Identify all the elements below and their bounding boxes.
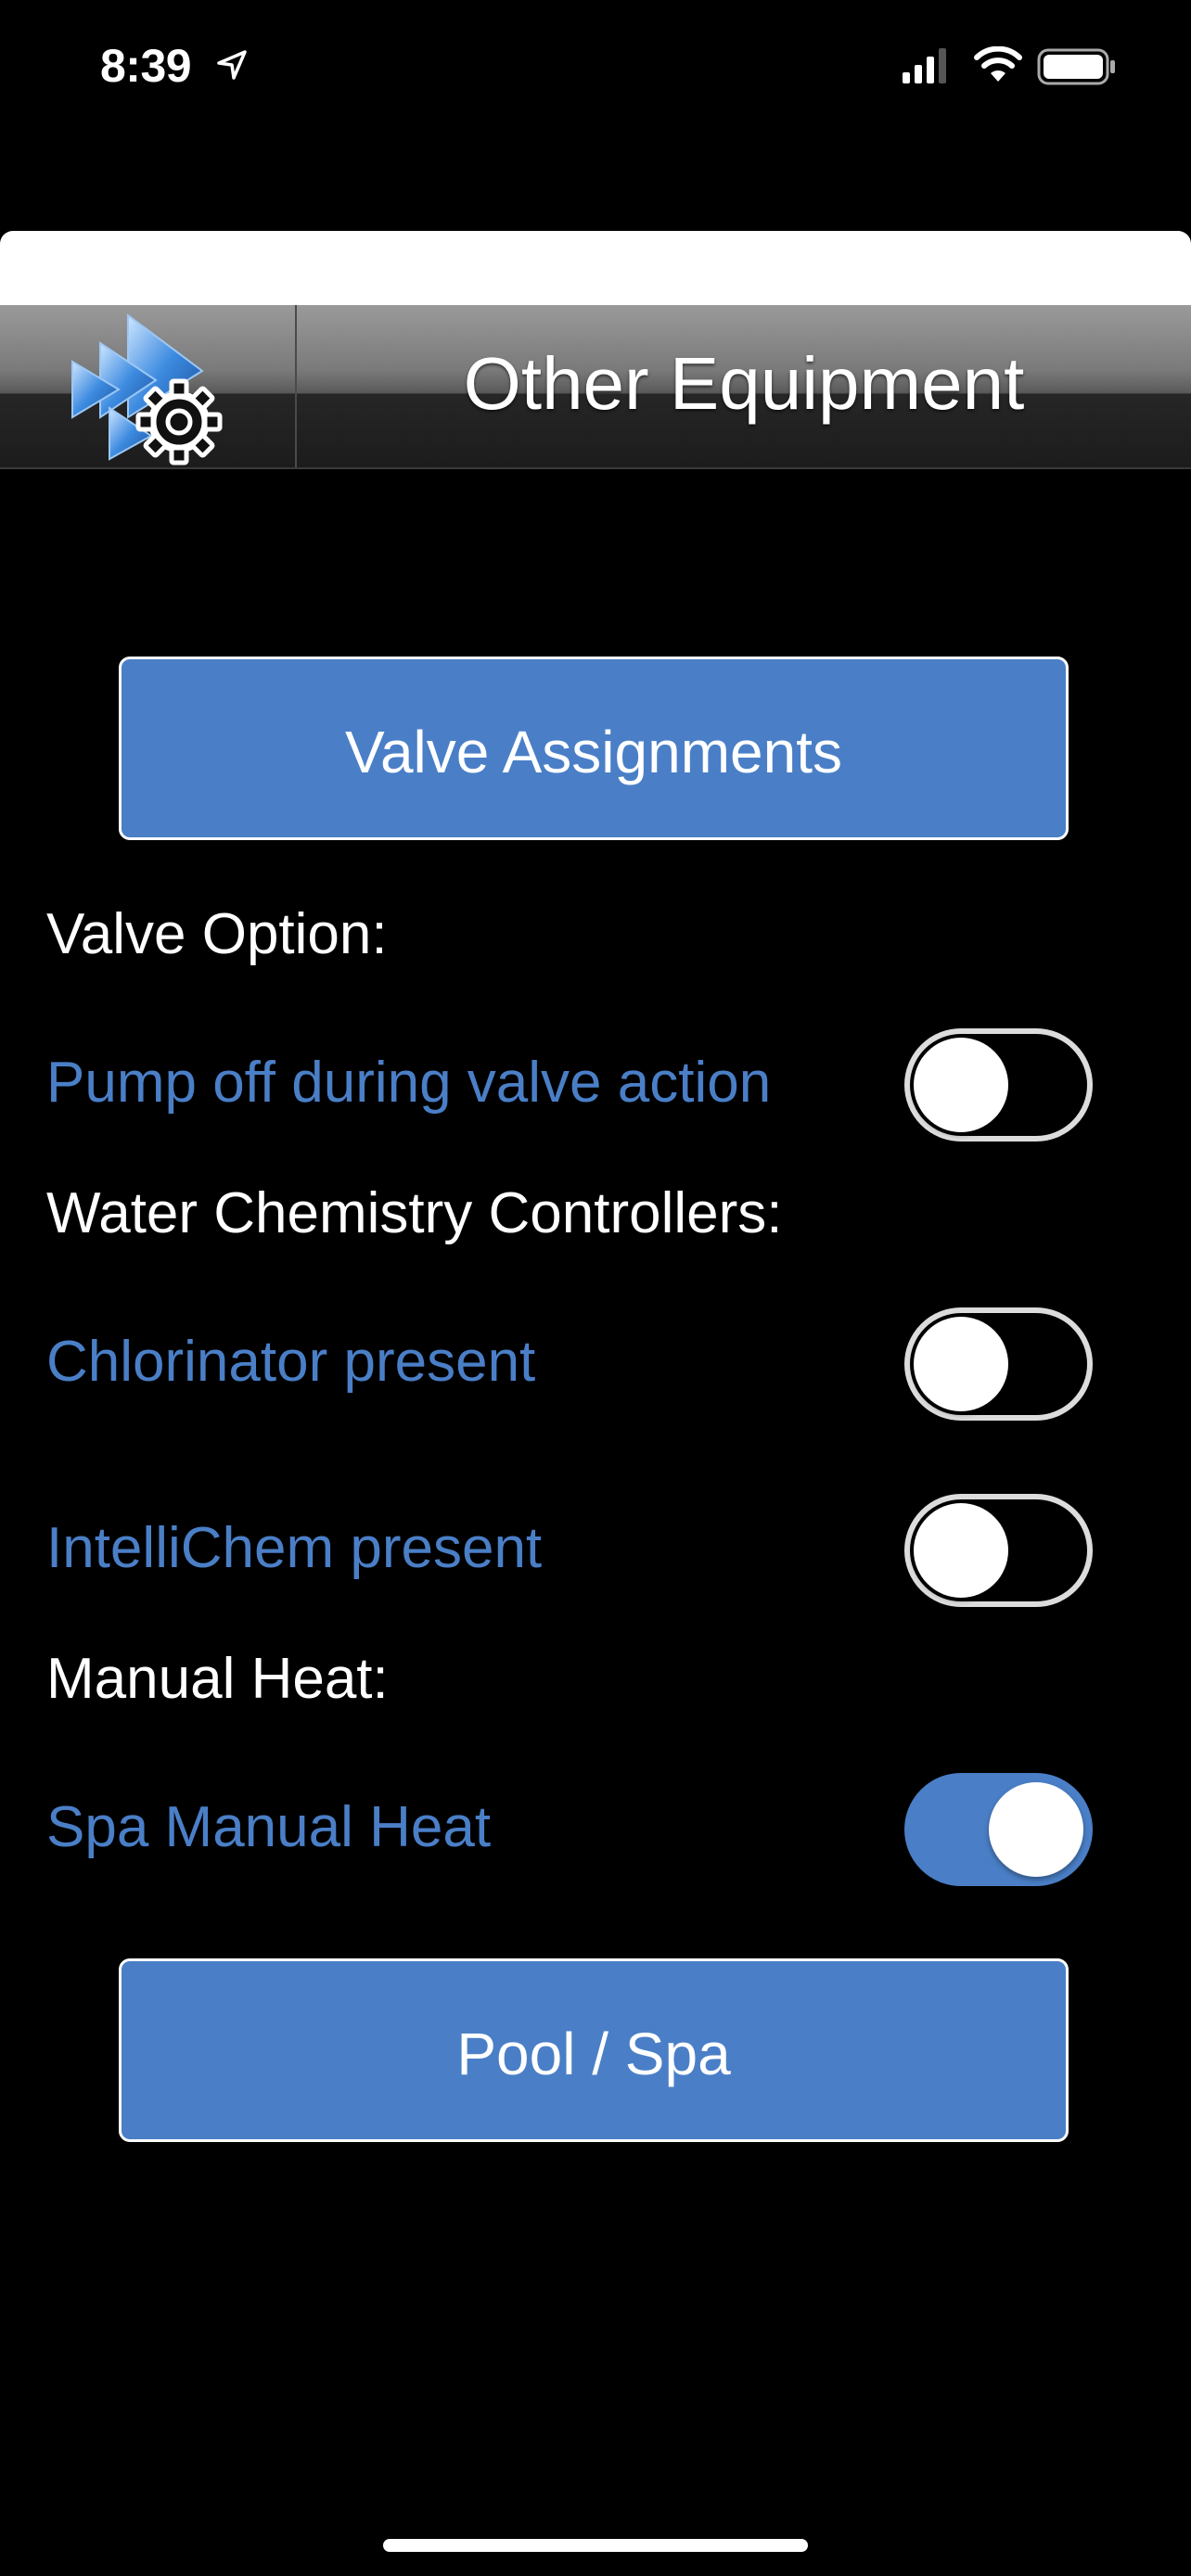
spa-manual-heat-label: Spa Manual Heat [46,1795,492,1859]
chlorinator-toggle[interactable] [904,1307,1093,1421]
section-label-manual-heat: Manual Heat: [46,1647,389,1711]
location-arrow-icon [217,50,247,80]
spa-manual-heat-toggle[interactable] [904,1773,1093,1886]
settings-gear-logo-icon[interactable] [63,306,239,465]
intellichem-label: IntelliChem present [46,1516,543,1580]
toggle-knob [914,1503,1008,1598]
wifi-icon [974,46,1022,82]
section-label-valve-option: Valve Option: [46,902,388,966]
section-label-water-chemistry: Water Chemistry Controllers: [46,1181,783,1245]
battery-icon [1037,48,1115,85]
pool-spa-button[interactable]: Pool / Spa [119,1958,1069,2142]
toggle-knob [914,1317,1008,1411]
toggle-knob [989,1782,1083,1877]
status-bar: 8:39 [0,0,1191,139]
intellichem-toggle[interactable] [904,1494,1093,1607]
cellular-signal-icon [903,48,946,83]
status-time: 8:39 [100,40,192,92]
valve-assignments-button[interactable]: Valve Assignments [119,657,1069,840]
toggle-knob [914,1038,1008,1132]
chlorinator-label: Chlorinator present [46,1330,536,1394]
page-title: Other Equipment [463,342,1025,425]
pump-off-label: Pump off during valve action [46,1051,772,1115]
pump-off-toggle[interactable] [904,1028,1093,1141]
home-indicator[interactable] [383,2539,808,2552]
header-top-strip [0,231,1191,305]
